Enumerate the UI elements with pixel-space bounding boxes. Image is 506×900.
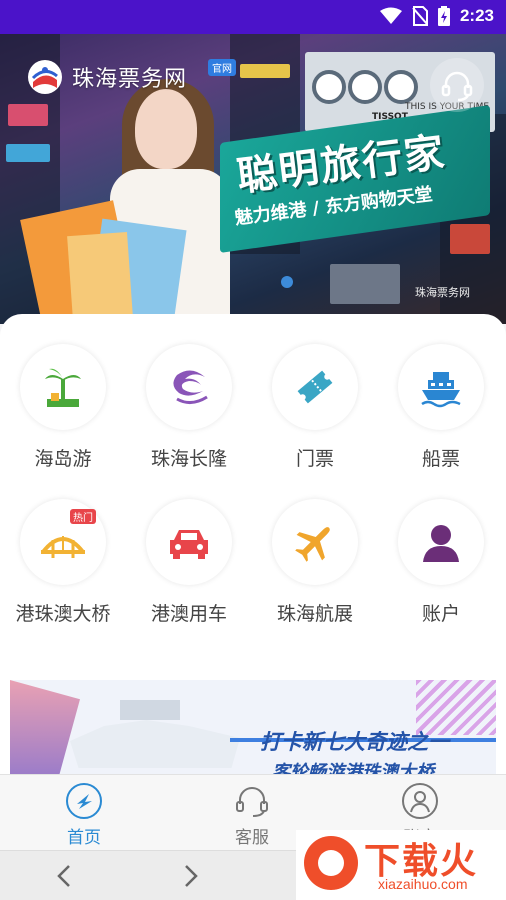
bridge-icon <box>41 536 85 558</box>
grid-label: 珠海航展 <box>276 603 353 625</box>
no-sim-icon <box>412 6 428 26</box>
forward-button[interactable] <box>175 861 205 891</box>
hero-banner[interactable]: TISSOT THIS IS YOUR TIME 聪明旅行家 魅力维港 / 东方… <box>0 34 506 324</box>
grid-item-tickets[interactable]: 门票 <box>252 344 378 471</box>
customer-service-button[interactable] <box>430 58 484 112</box>
promo-banner[interactable]: 打卡新七大奇迹之一 客轮畅游港珠澳大桥 <box>10 680 496 776</box>
palm-tree-icon <box>45 368 81 407</box>
model-face <box>135 89 197 169</box>
ticket-icon <box>297 370 333 404</box>
home-icon <box>66 783 102 819</box>
watermark-url: xiazaihuo.com <box>378 876 468 892</box>
grid-label: 珠海长隆 <box>150 448 227 470</box>
battery-icon <box>437 6 450 26</box>
grid-label: 账户 <box>421 603 460 625</box>
promo-title: 打卡新七大奇迹之一 <box>260 730 449 754</box>
brand-logo-icon <box>28 60 62 94</box>
grid-label: 港澳用车 <box>150 603 227 625</box>
grid-item-ferry[interactable]: 船票 <box>378 344 504 471</box>
watermark: 下载火 xiazaihuo.com <box>296 830 506 900</box>
status-bar: 2:23 <box>0 0 506 34</box>
tab-home[interactable]: 首页 <box>0 775 168 851</box>
headset-icon <box>441 71 473 102</box>
grid-label: 海岛游 <box>34 448 92 470</box>
grid-label: 门票 <box>295 448 334 470</box>
brand-name: 珠海票务网 <box>72 67 188 92</box>
tab-label: 首页 <box>67 828 101 848</box>
chimelong-logo-icon <box>173 370 208 404</box>
user-icon <box>423 525 459 562</box>
chevron-right-icon <box>185 865 198 887</box>
chevron-left-icon <box>57 865 70 887</box>
grid-item-account[interactable]: 账户 <box>378 499 504 626</box>
car-icon <box>170 530 208 559</box>
back-button[interactable] <box>50 861 80 891</box>
flame-logo-icon <box>304 836 358 890</box>
grid-item-airshow[interactable]: 珠海航展 <box>252 499 378 626</box>
grid-label: 港珠澳大桥 <box>15 603 111 625</box>
grid-item-hzmb[interactable]: 热门 港珠澳大桥 <box>0 499 126 626</box>
grid-item-chimelong[interactable]: 珠海长隆 <box>126 344 252 471</box>
wifi-icon <box>379 7 402 24</box>
grid-item-island-tour[interactable]: 海岛游 <box>0 344 126 471</box>
ship-icon <box>421 372 461 408</box>
main-card: 海岛游 珠海长隆 门票 船票 热门 港珠澳大桥 港澳用车 珠海航展 账户 打卡新… <box>0 314 506 776</box>
airplane-icon <box>295 527 330 562</box>
banner-watermark: 珠海票务网 <box>415 286 470 299</box>
headset-icon <box>236 787 268 817</box>
brand: 珠海票务网 <box>28 60 187 94</box>
carousel-indicator[interactable] <box>281 276 293 288</box>
status-time: 2:23 <box>459 6 494 25</box>
hot-badge: 热门 <box>70 509 96 524</box>
official-badge: 官网 <box>208 59 236 76</box>
grid-label: 船票 <box>421 448 460 470</box>
grid-item-car-service[interactable]: 港澳用车 <box>126 499 252 626</box>
account-icon <box>402 783 438 819</box>
